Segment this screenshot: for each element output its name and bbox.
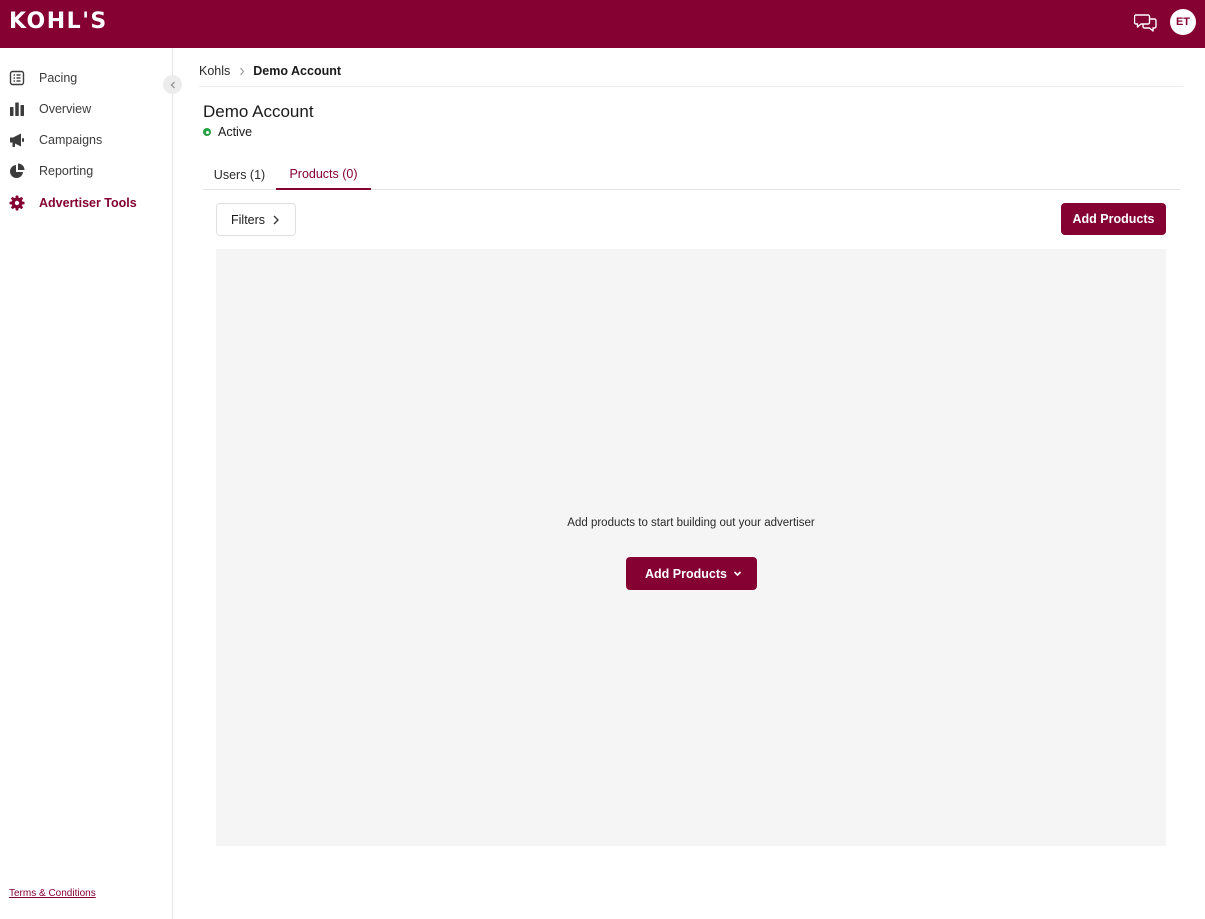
page-title: Demo Account [203,102,314,121]
chevron-left-icon [170,81,175,88]
sidebar: Pacing Overview Campaigns Reporting Adve… [0,48,173,919]
sidebar-item-label: Campaigns [39,133,103,147]
sidebar-item-label: Reporting [39,164,94,178]
products-empty-state: Add products to start building out your … [216,249,1166,846]
kohls-logo[interactable]: KOHL'S [9,10,108,34]
chevron-right-icon [240,67,245,75]
top-bar: KOHL'S ET [0,0,1205,48]
sidebar-item-advertiser-tools[interactable]: Advertiser Tools [0,189,172,217]
filters-label: Filters [231,213,266,227]
user-avatar[interactable]: ET [1170,9,1196,35]
breadcrumb: Kohls Demo Account [199,64,341,78]
tab-products[interactable]: Products (0) [276,160,371,190]
bar-chart-icon [10,102,24,116]
chevron-down-icon [733,571,742,577]
sidebar-item-label: Advertiser Tools [39,196,137,210]
filters-button[interactable]: Filters [216,203,296,236]
status-dot-icon [203,128,211,136]
gear-icon [9,195,25,211]
sidebar-item-campaigns[interactable]: Campaigns [0,126,172,154]
tab-users[interactable]: Users (1) [203,160,276,190]
empty-state-message: Add products to start building out your … [567,517,815,529]
status-text: Active [218,125,253,139]
sidebar-item-label: Pacing [39,71,78,85]
terms-conditions-link[interactable]: Terms & Conditions [9,888,96,899]
add-products-button[interactable]: Add Products [1061,203,1166,235]
chevron-right-icon [273,215,279,225]
breadcrumb-root[interactable]: Kohls [199,64,230,78]
sidebar-item-pacing[interactable]: Pacing [0,64,172,92]
sidebar-collapse-button[interactable] [163,75,182,94]
breadcrumb-divider [199,86,1183,87]
breadcrumb-current: Demo Account [253,64,342,78]
sidebar-item-reporting[interactable]: Reporting [0,157,172,185]
megaphone-icon [10,133,24,147]
status-indicator: Active [203,125,252,139]
tab-bar: Users (1) Products (0) [203,160,1180,190]
add-products-dropdown-button[interactable]: Add Products [626,557,757,590]
chat-bubbles-icon[interactable] [1134,12,1158,34]
pie-chart-icon [10,163,25,178]
list-icon [9,70,25,86]
add-products-label: Add Products [645,567,727,581]
sidebar-item-overview[interactable]: Overview [0,95,172,123]
sidebar-item-label: Overview [39,102,92,116]
